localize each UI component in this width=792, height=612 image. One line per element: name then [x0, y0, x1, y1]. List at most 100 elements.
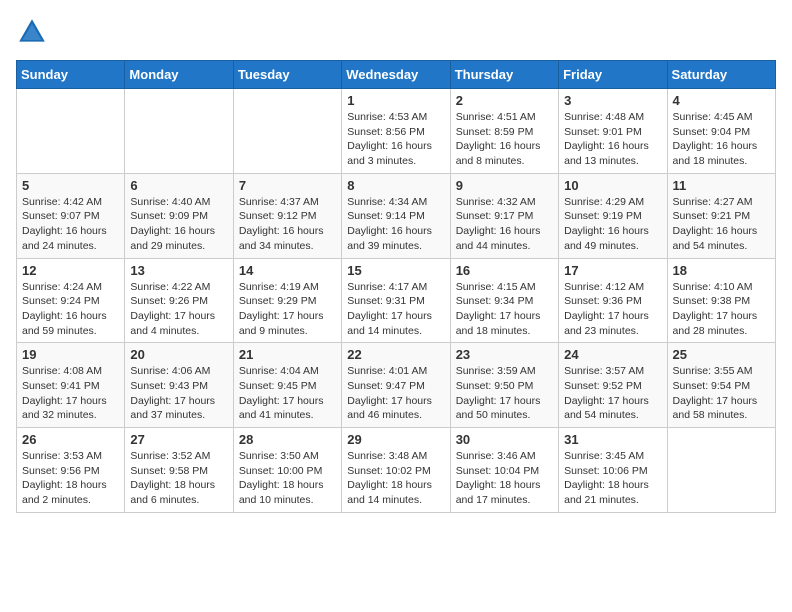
calendar-week-row: 19 Sunrise: 4:08 AM Sunset: 9:41 PM Dayli… — [17, 343, 776, 428]
calendar-cell: 18 Sunrise: 4:10 AM Sunset: 9:38 PM Dayli… — [667, 258, 775, 343]
day-number: 6 — [130, 178, 227, 193]
calendar-body: 1 Sunrise: 4:53 AM Sunset: 8:56 PM Daylig… — [17, 89, 776, 513]
calendar-cell: 3 Sunrise: 4:48 AM Sunset: 9:01 PM Daylig… — [559, 89, 667, 174]
day-info: Sunrise: 4:34 AM Sunset: 9:14 PM Dayligh… — [347, 195, 444, 254]
day-number: 29 — [347, 432, 444, 447]
day-info: Sunrise: 4:10 AM Sunset: 9:38 PM Dayligh… — [673, 280, 770, 339]
day-number: 18 — [673, 263, 770, 278]
day-number: 10 — [564, 178, 661, 193]
day-number: 30 — [456, 432, 553, 447]
calendar-cell: 11 Sunrise: 4:27 AM Sunset: 9:21 PM Dayli… — [667, 173, 775, 258]
calendar-cell: 21 Sunrise: 4:04 AM Sunset: 9:45 PM Dayli… — [233, 343, 341, 428]
day-number: 23 — [456, 347, 553, 362]
calendar-cell — [233, 89, 341, 174]
day-number: 17 — [564, 263, 661, 278]
day-number: 5 — [22, 178, 119, 193]
day-number: 3 — [564, 93, 661, 108]
day-number: 27 — [130, 432, 227, 447]
day-info: Sunrise: 3:48 AM Sunset: 10:02 PM Daylig… — [347, 449, 444, 508]
day-info: Sunrise: 3:59 AM Sunset: 9:50 PM Dayligh… — [456, 364, 553, 423]
day-number: 22 — [347, 347, 444, 362]
calendar-cell: 30 Sunrise: 3:46 AM Sunset: 10:04 PM Dayl… — [450, 428, 558, 513]
day-info: Sunrise: 4:24 AM Sunset: 9:24 PM Dayligh… — [22, 280, 119, 339]
day-of-week-header: Wednesday — [342, 61, 450, 89]
day-info: Sunrise: 4:15 AM Sunset: 9:34 PM Dayligh… — [456, 280, 553, 339]
day-number: 25 — [673, 347, 770, 362]
day-info: Sunrise: 4:42 AM Sunset: 9:07 PM Dayligh… — [22, 195, 119, 254]
day-number: 24 — [564, 347, 661, 362]
day-number: 15 — [347, 263, 444, 278]
day-number: 9 — [456, 178, 553, 193]
day-of-week-header: Friday — [559, 61, 667, 89]
day-number: 31 — [564, 432, 661, 447]
day-number: 11 — [673, 178, 770, 193]
day-info: Sunrise: 4:48 AM Sunset: 9:01 PM Dayligh… — [564, 110, 661, 169]
logo — [16, 16, 52, 48]
day-info: Sunrise: 4:37 AM Sunset: 9:12 PM Dayligh… — [239, 195, 336, 254]
calendar-cell: 26Sunrise: 3:53 AM Sunset: 9:56 PM Dayli… — [17, 428, 125, 513]
day-info: Sunrise: 4:32 AM Sunset: 9:17 PM Dayligh… — [456, 195, 553, 254]
calendar-cell: 2 Sunrise: 4:51 AM Sunset: 8:59 PM Daylig… — [450, 89, 558, 174]
calendar-cell: 16 Sunrise: 4:15 AM Sunset: 9:34 PM Dayli… — [450, 258, 558, 343]
day-info: Sunrise: 4:12 AM Sunset: 9:36 PM Dayligh… — [564, 280, 661, 339]
day-number: 21 — [239, 347, 336, 362]
day-number: 14 — [239, 263, 336, 278]
calendar-header: SundayMondayTuesdayWednesdayThursdayFrid… — [17, 61, 776, 89]
day-info: Sunrise: 4:08 AM Sunset: 9:41 PM Dayligh… — [22, 364, 119, 423]
calendar-cell: 5 Sunrise: 4:42 AM Sunset: 9:07 PM Daylig… — [17, 173, 125, 258]
day-of-week-header: Thursday — [450, 61, 558, 89]
calendar-cell: 19 Sunrise: 4:08 AM Sunset: 9:41 PM Dayli… — [17, 343, 125, 428]
day-info: Sunrise: 4:17 AM Sunset: 9:31 PM Dayligh… — [347, 280, 444, 339]
calendar-cell: 14 Sunrise: 4:19 AM Sunset: 9:29 PM Dayli… — [233, 258, 341, 343]
day-info: Sunrise: 4:19 AM Sunset: 9:29 PM Dayligh… — [239, 280, 336, 339]
logo-icon — [16, 16, 48, 48]
calendar-week-row: 12 Sunrise: 4:24 AM Sunset: 9:24 PM Dayli… — [17, 258, 776, 343]
calendar-cell — [17, 89, 125, 174]
day-number: 12 — [22, 263, 119, 278]
day-number: 13 — [130, 263, 227, 278]
day-info: Sunrise: 4:04 AM Sunset: 9:45 PM Dayligh… — [239, 364, 336, 423]
calendar-cell — [125, 89, 233, 174]
days-of-week-row: SundayMondayTuesdayWednesdayThursdayFrid… — [17, 61, 776, 89]
day-number: 19 — [22, 347, 119, 362]
calendar-cell: 7 Sunrise: 4:37 AM Sunset: 9:12 PM Daylig… — [233, 173, 341, 258]
day-info: Sunrise: 4:51 AM Sunset: 8:59 PM Dayligh… — [456, 110, 553, 169]
day-number: 8 — [347, 178, 444, 193]
day-info: Sunrise: 4:53 AM Sunset: 8:56 PM Dayligh… — [347, 110, 444, 169]
day-info: Sunrise: 3:45 AM Sunset: 10:06 PM Daylig… — [564, 449, 661, 508]
calendar-week-row: 5 Sunrise: 4:42 AM Sunset: 9:07 PM Daylig… — [17, 173, 776, 258]
calendar-week-row: 26Sunrise: 3:53 AM Sunset: 9:56 PM Dayli… — [17, 428, 776, 513]
calendar-cell: 25Sunrise: 3:55 AM Sunset: 9:54 PM Dayli… — [667, 343, 775, 428]
calendar-cell: 12 Sunrise: 4:24 AM Sunset: 9:24 PM Dayli… — [17, 258, 125, 343]
calendar-cell: 24 Sunrise: 3:57 AM Sunset: 9:52 PM Dayli… — [559, 343, 667, 428]
day-number: 2 — [456, 93, 553, 108]
calendar-cell: 20Sunrise: 4:06 AM Sunset: 9:43 PM Dayli… — [125, 343, 233, 428]
calendar-cell: 28 Sunrise: 3:50 AM Sunset: 10:00 PM Dayl… — [233, 428, 341, 513]
day-number: 16 — [456, 263, 553, 278]
calendar-cell: 1 Sunrise: 4:53 AM Sunset: 8:56 PM Daylig… — [342, 89, 450, 174]
calendar-cell: 4 Sunrise: 4:45 AM Sunset: 9:04 PM Daylig… — [667, 89, 775, 174]
day-info: Sunrise: 4:22 AM Sunset: 9:26 PM Dayligh… — [130, 280, 227, 339]
calendar-cell — [667, 428, 775, 513]
calendar-cell: 22Sunrise: 4:01 AM Sunset: 9:47 PM Dayli… — [342, 343, 450, 428]
day-info: Sunrise: 3:46 AM Sunset: 10:04 PM Daylig… — [456, 449, 553, 508]
day-number: 4 — [673, 93, 770, 108]
day-info: Sunrise: 4:29 AM Sunset: 9:19 PM Dayligh… — [564, 195, 661, 254]
calendar-table: SundayMondayTuesdayWednesdayThursdayFrid… — [16, 60, 776, 513]
day-info: Sunrise: 4:45 AM Sunset: 9:04 PM Dayligh… — [673, 110, 770, 169]
calendar-cell: 27 Sunrise: 3:52 AM Sunset: 9:58 PM Dayli… — [125, 428, 233, 513]
calendar-cell: 23 Sunrise: 3:59 AM Sunset: 9:50 PM Dayli… — [450, 343, 558, 428]
calendar-week-row: 1 Sunrise: 4:53 AM Sunset: 8:56 PM Daylig… — [17, 89, 776, 174]
calendar-cell: 17 Sunrise: 4:12 AM Sunset: 9:36 PM Dayli… — [559, 258, 667, 343]
day-info: Sunrise: 3:52 AM Sunset: 9:58 PM Dayligh… — [130, 449, 227, 508]
calendar-cell: 8 Sunrise: 4:34 AM Sunset: 9:14 PM Daylig… — [342, 173, 450, 258]
day-info: Sunrise: 4:40 AM Sunset: 9:09 PM Dayligh… — [130, 195, 227, 254]
calendar-cell: 9 Sunrise: 4:32 AM Sunset: 9:17 PM Daylig… — [450, 173, 558, 258]
day-info: Sunrise: 3:57 AM Sunset: 9:52 PM Dayligh… — [564, 364, 661, 423]
day-info: Sunrise: 3:50 AM Sunset: 10:00 PM Daylig… — [239, 449, 336, 508]
day-number: 28 — [239, 432, 336, 447]
day-number: 7 — [239, 178, 336, 193]
calendar-cell: 15 Sunrise: 4:17 AM Sunset: 9:31 PM Dayli… — [342, 258, 450, 343]
day-info: Sunrise: 4:27 AM Sunset: 9:21 PM Dayligh… — [673, 195, 770, 254]
day-number: 1 — [347, 93, 444, 108]
